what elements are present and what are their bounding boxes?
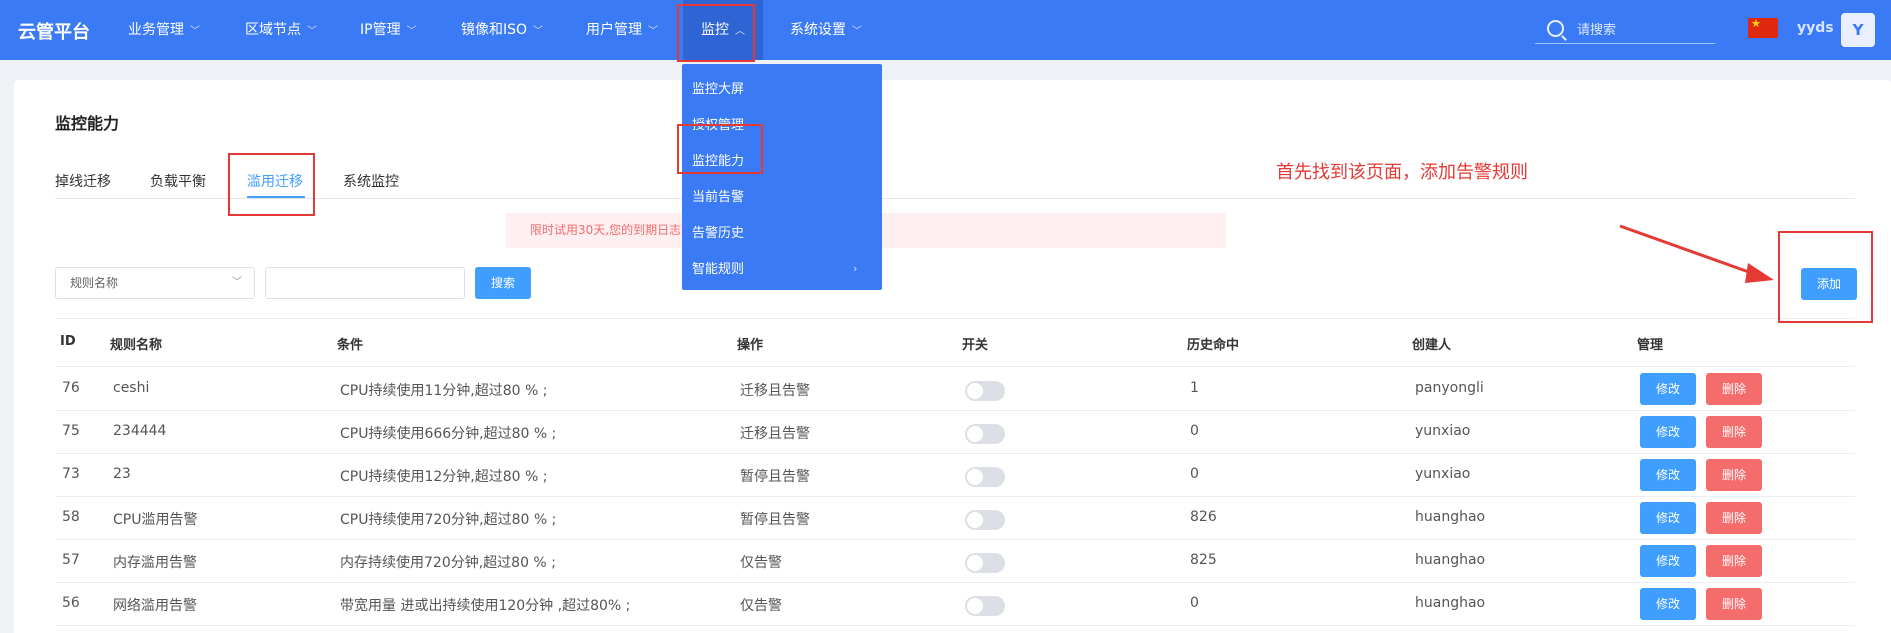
annotation-arrow	[1619, 224, 1774, 283]
arrow-head-icon	[1745, 263, 1774, 283]
arrow-line	[1619, 224, 1761, 278]
